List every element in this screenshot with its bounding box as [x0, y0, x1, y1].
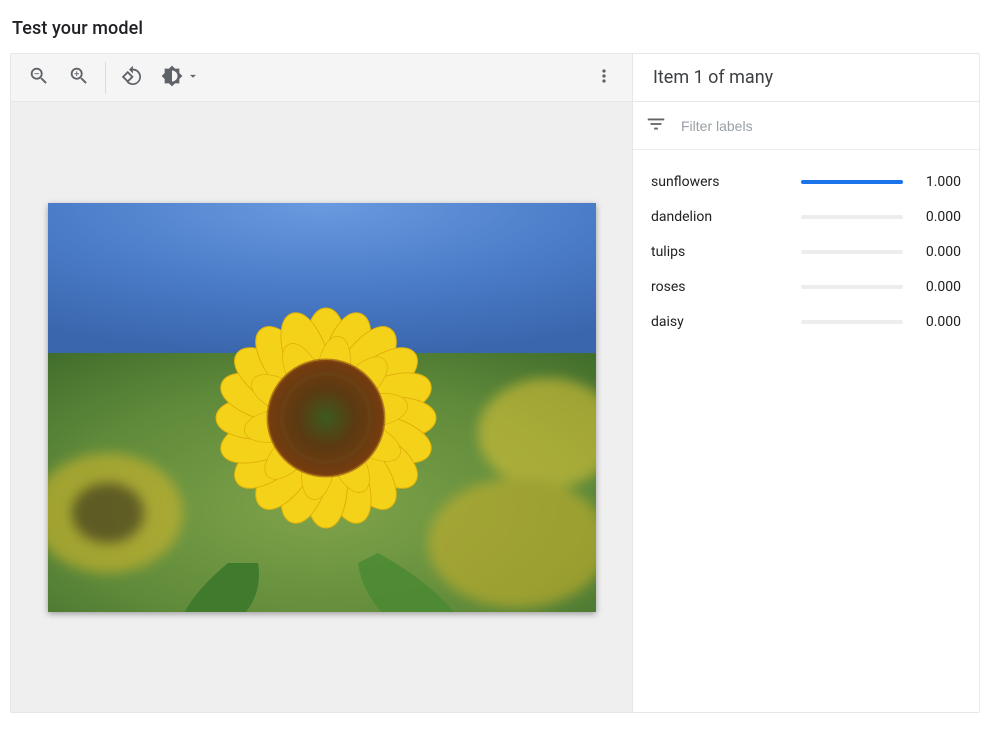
zoom-out-icon [28, 65, 50, 91]
filter-labels-input[interactable] [681, 118, 967, 134]
prediction-label: roses [651, 279, 801, 295]
prediction-row: tulips 0.000 [651, 234, 961, 269]
prediction-score: 1.000 [917, 174, 961, 190]
prediction-bar [801, 180, 903, 184]
predictions-pane: Item 1 of many sunflowers 1.000 dandelion 0… [633, 54, 979, 712]
item-counter: Item 1 of many [633, 54, 979, 102]
prediction-score: 0.000 [917, 314, 961, 330]
prediction-bar-fill [801, 180, 903, 184]
prediction-bar [801, 215, 903, 219]
prediction-score: 0.000 [917, 209, 961, 225]
test-card: Item 1 of many sunflowers 1.000 dandelion 0… [10, 53, 980, 713]
prediction-label: daisy [651, 314, 801, 330]
rotate-icon [121, 65, 143, 91]
prediction-label: sunflowers [651, 174, 801, 190]
prediction-score: 0.000 [917, 279, 961, 295]
image-toolbar [11, 54, 632, 102]
filter-icon [645, 113, 667, 139]
prediction-label: tulips [651, 244, 801, 260]
prediction-row: dandelion 0.000 [651, 199, 961, 234]
image-stage[interactable] [11, 102, 632, 712]
zoom-in-button[interactable] [59, 58, 99, 98]
prediction-bar [801, 250, 903, 254]
prediction-bar [801, 320, 903, 324]
zoom-out-button[interactable] [19, 58, 59, 98]
dropdown-caret-icon [186, 68, 200, 87]
brightness-icon [161, 65, 183, 91]
test-image [48, 203, 596, 612]
prediction-label: dandelion [651, 209, 801, 225]
zoom-in-icon [68, 65, 90, 91]
brightness-dropdown[interactable] [186, 68, 200, 87]
filter-row [633, 102, 979, 150]
prediction-row: roses 0.000 [651, 269, 961, 304]
image-preview-pane [11, 54, 633, 712]
prediction-row: daisy 0.000 [651, 304, 961, 339]
rotate-button[interactable] [112, 58, 152, 98]
prediction-row: sunflowers 1.000 [651, 164, 961, 199]
more-icon [594, 66, 614, 90]
prediction-list: sunflowers 1.000 dandelion 0.000 tulips 0.000… [633, 150, 979, 339]
more-button[interactable] [584, 58, 624, 98]
prediction-bar [801, 285, 903, 289]
prediction-score: 0.000 [917, 244, 961, 260]
page-title: Test your model [0, 0, 990, 53]
toolbar-separator [105, 62, 106, 94]
